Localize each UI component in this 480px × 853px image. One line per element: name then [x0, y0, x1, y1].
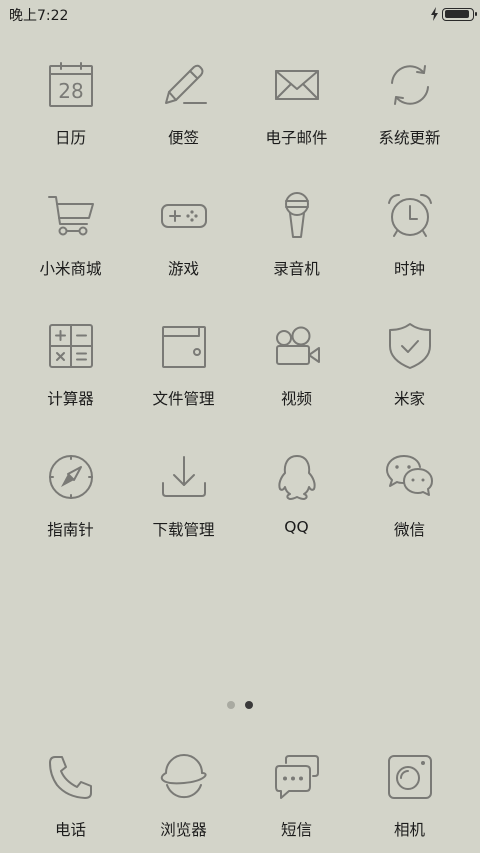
battery-icon — [442, 7, 477, 21]
app-calculator[interactable]: 计算器 — [14, 311, 127, 442]
planet-icon — [154, 747, 214, 807]
chat-bubbles-icon — [380, 447, 440, 507]
dock: 电话 浏览器 短信 相机 — [14, 742, 466, 840]
compass-icon — [41, 447, 101, 507]
app-games[interactable]: 游戏 — [127, 181, 240, 312]
app-label: 下载管理 — [152, 520, 215, 539]
page-indicator — [0, 701, 480, 709]
app-mall[interactable]: 小米商城 — [14, 181, 127, 312]
calculator-icon — [41, 316, 101, 376]
app-label: 短信 — [280, 821, 312, 839]
dock-phone[interactable]: 电话 — [14, 742, 127, 840]
app-label: 相机 — [393, 821, 425, 839]
app-label: 时钟 — [393, 259, 425, 278]
refresh-icon — [380, 55, 440, 115]
app-label: 文件管理 — [152, 390, 215, 408]
status-icons — [430, 6, 477, 22]
wallet-icon — [154, 316, 214, 376]
app-label: 微信 — [393, 520, 425, 539]
app-video[interactable]: 视频 — [240, 311, 353, 442]
message-icon — [267, 747, 327, 807]
app-wechat[interactable]: 微信 — [353, 442, 466, 573]
microphone-icon — [267, 186, 327, 246]
app-label: 电子邮件 — [265, 129, 328, 147]
app-calendar[interactable]: 28 日历 — [14, 50, 127, 181]
dock-camera[interactable]: 相机 — [353, 742, 466, 840]
app-label: 浏览器 — [160, 821, 207, 839]
app-label: 视频 — [280, 390, 312, 408]
alarm-clock-icon — [380, 186, 440, 246]
app-label: 米家 — [393, 390, 425, 408]
app-label: 小米商城 — [39, 259, 102, 278]
download-icon — [154, 447, 214, 507]
dock-sms[interactable]: 短信 — [240, 742, 353, 840]
status-bar: 晚上7:22 — [0, 0, 480, 30]
app-notes[interactable]: 便签 — [127, 50, 240, 181]
phone-icon — [41, 747, 101, 807]
app-files[interactable]: 文件管理 — [127, 311, 240, 442]
page-dot-active[interactable] — [245, 701, 253, 709]
app-label: 系统更新 — [378, 129, 441, 147]
app-qq[interactable]: QQ — [240, 442, 353, 573]
charging-icon — [431, 7, 438, 21]
app-email[interactable]: 电子邮件 — [240, 50, 353, 181]
app-label: 日历 — [54, 129, 86, 147]
pencil-icon — [154, 55, 214, 115]
app-updater[interactable]: 系统更新 — [353, 50, 466, 181]
app-label: 游戏 — [167, 259, 199, 278]
video-camera-icon — [267, 316, 327, 376]
envelope-icon — [267, 55, 327, 115]
cart-icon — [41, 186, 101, 246]
calendar-icon: 28 — [41, 55, 101, 115]
gamepad-icon — [154, 186, 214, 246]
camera-icon — [380, 747, 440, 807]
status-time: 晚上7:22 — [9, 8, 69, 24]
app-grid: 28 日历 便签 电子邮件 系统更新 小米商城 游戏 录音机 时钟 计算器 文件… — [14, 50, 466, 572]
app-clock[interactable]: 时钟 — [353, 181, 466, 312]
app-label: 指南针 — [47, 520, 94, 539]
app-compass[interactable]: 指南针 — [14, 442, 127, 573]
app-recorder[interactable]: 录音机 — [240, 181, 353, 312]
page-dot[interactable] — [227, 701, 235, 709]
app-label: 计算器 — [47, 390, 94, 408]
app-label: 电话 — [54, 821, 86, 839]
battery-fill — [444, 10, 469, 18]
app-downloads[interactable]: 下载管理 — [127, 442, 240, 573]
dock-browser[interactable]: 浏览器 — [127, 742, 240, 840]
shield-check-icon — [380, 316, 440, 376]
penguin-icon — [267, 447, 327, 507]
app-label: 录音机 — [273, 259, 320, 278]
app-label: 便签 — [167, 129, 199, 147]
app-mihome[interactable]: 米家 — [353, 311, 466, 442]
app-label: QQ — [284, 517, 309, 536]
calendar-date: 28 — [58, 79, 83, 103]
